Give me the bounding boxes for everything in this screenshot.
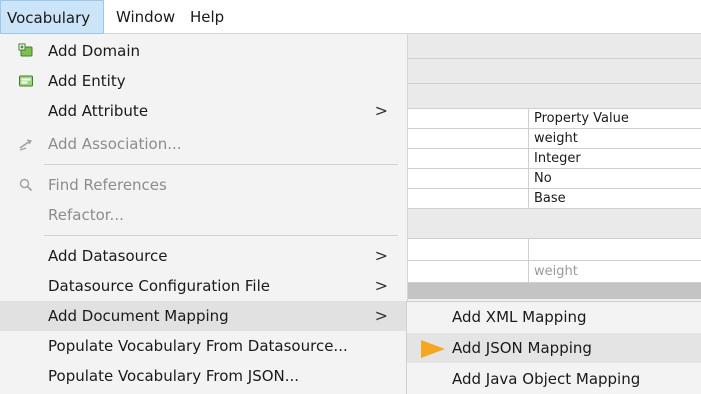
- menu-item-find-references: Find References: [0, 170, 408, 200]
- menu-item-label: Add Java Object Mapping: [452, 370, 641, 388]
- table-cell: [406, 149, 529, 168]
- menu-separator: [44, 164, 398, 165]
- menu-item-label: Refactor...: [48, 206, 124, 224]
- table-cell: [406, 129, 529, 148]
- menu-item-label: Add Attribute: [48, 102, 149, 120]
- property-value: No: [534, 171, 552, 186]
- pointer-arrow-icon: [419, 338, 447, 360]
- panel-band: [406, 209, 701, 239]
- menu-item-label: Datasource Configuration File: [48, 277, 270, 295]
- menu-item-refactor: Refactor...: [0, 200, 408, 230]
- menu-item-label: Populate Vocabulary From JSON...: [48, 367, 300, 385]
- add-domain-icon: [18, 43, 34, 59]
- panel-band: [406, 34, 701, 59]
- menu-item-add-xml-mapping[interactable]: Add XML Mapping: [407, 302, 701, 332]
- table-row[interactable]: Integer: [406, 149, 701, 169]
- menu-item-label: Add Association...: [48, 135, 182, 153]
- menu-item-add-document-mapping[interactable]: Add Document Mapping >: [0, 301, 408, 331]
- panel-band: [406, 59, 701, 84]
- menu-item-add-entity[interactable]: Add Entity: [0, 66, 408, 96]
- menu-item-add-java-object-mapping[interactable]: Add Java Object Mapping: [407, 364, 701, 394]
- menu-item-add-domain[interactable]: Add Domain: [0, 36, 408, 66]
- add-entity-icon: [18, 73, 34, 89]
- property-value: Base: [534, 191, 566, 206]
- submenu-arrow-icon: >: [374, 276, 388, 295]
- field-value: weight: [534, 264, 578, 279]
- menu-item-label: Populate Vocabulary From Datasource...: [48, 337, 348, 355]
- table-row[interactable]: No: [406, 169, 701, 189]
- menu-item-add-association: Add Association...: [0, 129, 408, 159]
- menu-item-label: Add Domain: [48, 42, 141, 60]
- property-value: Integer: [534, 151, 581, 166]
- table-cell: [406, 189, 529, 208]
- vocabulary-menu: Add Domain Add Entity Add Attribute > Ad…: [0, 34, 408, 394]
- association-icon: [18, 136, 34, 152]
- menu-item-label: Add Document Mapping: [48, 307, 229, 325]
- submenu-arrow-icon: >: [374, 306, 388, 325]
- search-icon: [18, 177, 34, 193]
- column-header-property-value: Property Value: [534, 111, 629, 126]
- menu-item-label: Add Datasource: [48, 247, 168, 265]
- menu-item-datasource-configuration-file[interactable]: Datasource Configuration File >: [0, 271, 408, 301]
- table-row[interactable]: weight: [406, 129, 701, 149]
- menu-item-add-datasource[interactable]: Add Datasource >: [0, 241, 408, 271]
- submenu-arrow-icon: >: [374, 246, 388, 265]
- menu-item-label: Add XML Mapping: [452, 308, 587, 326]
- menu-item-label: Add JSON Mapping: [452, 339, 592, 357]
- menu-item-populate-from-datasource[interactable]: Populate Vocabulary From Datasource...: [0, 331, 408, 361]
- horizontal-scrollbar[interactable]: [406, 283, 701, 299]
- table-cell: [406, 239, 529, 260]
- field-row[interactable]: weight: [406, 261, 701, 283]
- menu-bar: Vocabulary Window Help: [0, 0, 701, 34]
- table-cell: [406, 261, 529, 282]
- field-row[interactable]: [406, 239, 701, 261]
- document-mapping-submenu: Add XML Mapping Add JSON Mapping Add Jav…: [406, 301, 701, 394]
- menu-vocabulary[interactable]: Vocabulary: [0, 0, 104, 34]
- menu-item-label: Add Entity: [48, 72, 126, 90]
- table-cell: [406, 169, 529, 188]
- menu-window[interactable]: Window: [110, 0, 181, 34]
- menu-item-populate-from-json[interactable]: Populate Vocabulary From JSON...: [0, 361, 408, 391]
- panel-band: [406, 84, 701, 109]
- menu-item-add-attribute[interactable]: Add Attribute >: [0, 96, 408, 126]
- table-cell: [406, 109, 529, 128]
- table-row[interactable]: Base: [406, 189, 701, 209]
- table-header-row: Property Value: [406, 109, 701, 129]
- menu-item-add-json-mapping[interactable]: Add JSON Mapping: [407, 333, 701, 363]
- submenu-arrow-icon: >: [374, 101, 388, 120]
- menu-item-label: Find References: [48, 176, 167, 194]
- menu-separator: [44, 235, 398, 236]
- property-value: weight: [534, 131, 578, 146]
- menu-help[interactable]: Help: [184, 0, 230, 34]
